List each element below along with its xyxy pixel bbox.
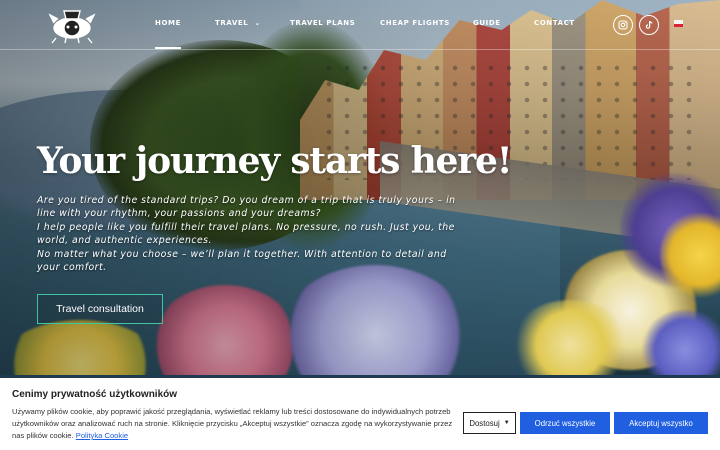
intro-paragraph: Are you tired of the standard trips? Do …: [37, 195, 456, 220]
tiktok-glyph: [645, 20, 653, 29]
logo[interactable]: [44, 5, 100, 45]
nav-guide[interactable]: GUIDE: [473, 19, 501, 27]
accept-all-button[interactable]: Akceptuj wszystko: [614, 412, 708, 434]
intro-paragraph: No matter what you choose – we’ll plan i…: [37, 248, 447, 274]
hero-intro: Are you tired of the standard trips? Do …: [37, 194, 467, 274]
reject-all-button[interactable]: Odrzuć wszystkie: [520, 412, 610, 434]
travel-consultation-button[interactable]: Travel consultation: [37, 294, 163, 324]
customize-label: Dostosuj: [469, 418, 500, 428]
chevron-down-icon: ⌄: [254, 19, 261, 27]
site-header: HOME TRAVEL ⌄ TRAVEL PLANS CHEAP FLIGHTS …: [0, 0, 720, 50]
nav-travel-label: TRAVEL: [215, 19, 249, 27]
nav-travel[interactable]: TRAVEL ⌄: [215, 19, 261, 27]
cookie-banner: Cenimy prywatność użytkowników Używamy p…: [0, 378, 720, 450]
nav-cheap-flights[interactable]: CHEAP FLIGHTS: [380, 19, 450, 27]
cookie-text: Używamy plików cookie, aby poprawić jako…: [12, 406, 457, 442]
customize-button[interactable]: Dostosuj ▼: [463, 412, 516, 434]
instagram-glyph: [618, 20, 628, 30]
intro-paragraph: I help people like you fulfill their tra…: [37, 221, 455, 247]
instagram-icon[interactable]: [613, 15, 633, 35]
nav-contact[interactable]: CONTACT: [534, 19, 575, 27]
tiktok-icon[interactable]: [639, 15, 659, 35]
cookie-title: Cenimy prywatność użytkowników: [12, 389, 178, 400]
cookie-policy-link[interactable]: Polityka Cookie: [76, 431, 128, 440]
nav-travel-plans[interactable]: TRAVEL PLANS: [290, 19, 355, 27]
nav-home[interactable]: HOME: [155, 19, 181, 49]
poland-flag-icon[interactable]: [674, 20, 683, 27]
caret-down-icon: ▼: [503, 420, 510, 426]
hero-headline: Your journey starts here!: [37, 140, 513, 182]
